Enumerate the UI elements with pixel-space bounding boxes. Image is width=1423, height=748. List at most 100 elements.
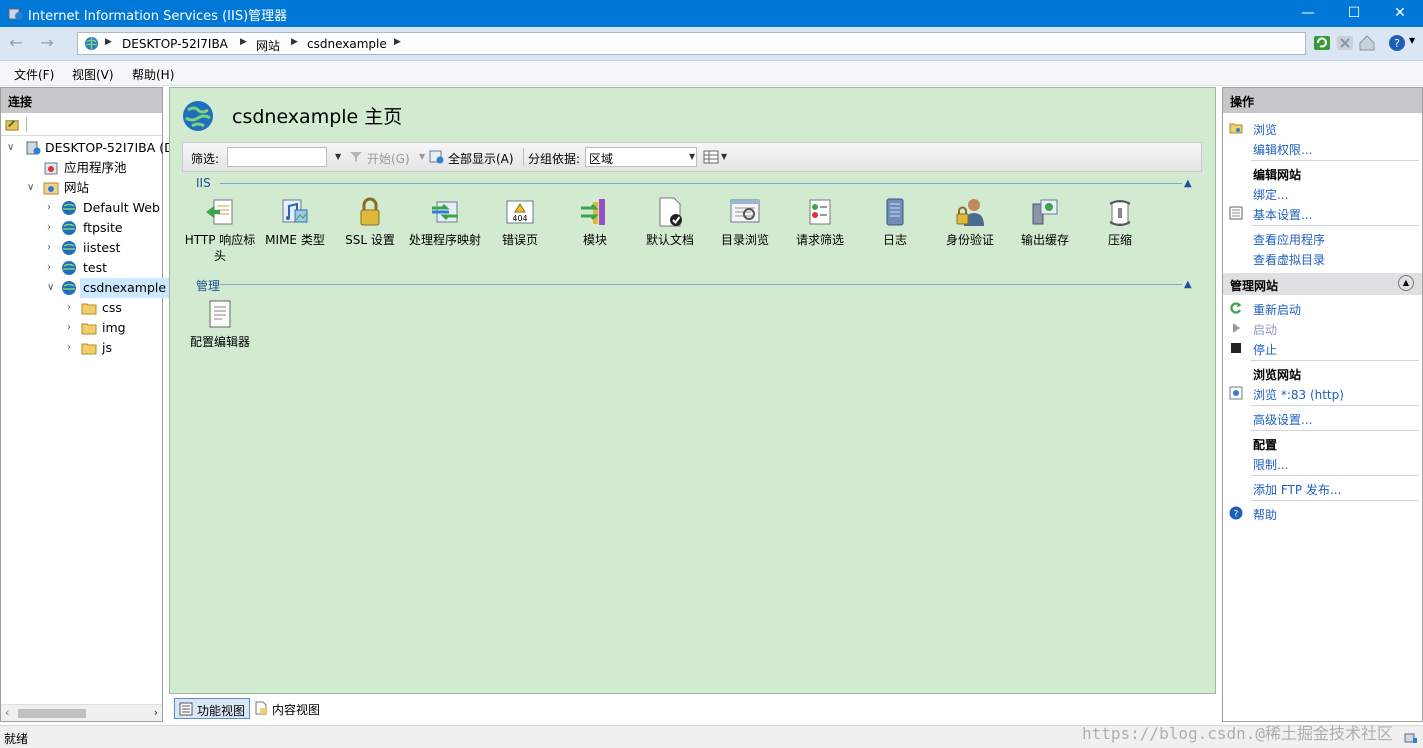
- tree-item-folder-img[interactable]: › img: [1, 318, 162, 338]
- action-stop[interactable]: 停止: [1253, 341, 1277, 358]
- tree-item-folder-js[interactable]: › js: [1, 338, 162, 358]
- feature-handler-mappings[interactable]: 处理程序映射: [407, 196, 483, 248]
- feature-default-document[interactable]: 默认文档: [632, 196, 708, 248]
- home-icon[interactable]: [1358, 34, 1376, 52]
- breadcrumb-site[interactable]: csdnexample: [307, 37, 387, 51]
- group-by-dropdown-icon[interactable]: ▼: [689, 152, 695, 161]
- show-all-icon: [429, 150, 444, 164]
- feature-error-pages[interactable]: 404 错误页: [482, 196, 558, 248]
- expand-chevron-icon[interactable]: ›: [67, 338, 77, 358]
- stop-loading-icon[interactable]: [1336, 34, 1354, 52]
- action-basic-settings[interactable]: 基本设置...: [1253, 206, 1312, 223]
- help-icon: ?: [1229, 506, 1243, 520]
- horizontal-scrollbar[interactable]: ‹ ›: [1, 704, 162, 721]
- action-help[interactable]: 帮助: [1253, 506, 1277, 523]
- handler-mappings-icon: [432, 201, 458, 223]
- actions-divider: [1251, 430, 1419, 431]
- forward-arrow-icon[interactable]: →: [36, 33, 58, 55]
- breadcrumb-chevron-icon[interactable]: ▶: [291, 37, 298, 47]
- collapse-chevron-icon[interactable]: ∨: [47, 278, 57, 298]
- group-by-select[interactable]: 区域: [585, 147, 697, 167]
- menu-help[interactable]: 帮助(H): [132, 66, 174, 83]
- filter-dropdown-icon[interactable]: ▼: [335, 152, 341, 161]
- tree-item-site-iistest[interactable]: › iistest: [1, 238, 162, 258]
- breadcrumb-server[interactable]: DESKTOP-52I7IBA: [122, 37, 228, 51]
- tree-item-app-pools[interactable]: 应用程序池: [1, 158, 162, 178]
- action-restart[interactable]: 重新启动: [1253, 301, 1301, 318]
- group-header-management[interactable]: 管理: [196, 277, 220, 294]
- feature-ssl-settings[interactable]: SSL 设置: [332, 196, 408, 248]
- view-mode-dropdown-icon[interactable]: ▼: [721, 152, 727, 161]
- start-dropdown-icon[interactable]: ▼: [419, 152, 425, 161]
- menu-view[interactable]: 视图(V): [72, 66, 114, 83]
- close-button[interactable]: ✕: [1377, 0, 1423, 27]
- connect-icon[interactable]: [5, 117, 20, 132]
- expand-chevron-icon[interactable]: ›: [67, 318, 77, 338]
- action-add-ftp-publishing[interactable]: 添加 FTP 发布...: [1253, 481, 1341, 498]
- tree-item-server[interactable]: ∨ DESKTOP-52I7IBA (D: [1, 138, 174, 158]
- scroll-left-icon[interactable]: ‹: [5, 706, 9, 719]
- feature-directory-browsing[interactable]: 目录浏览: [707, 196, 783, 248]
- action-start[interactable]: 启动: [1253, 321, 1277, 338]
- show-all-button[interactable]: 全部显示(A): [448, 150, 514, 167]
- action-view-applications[interactable]: 查看应用程序: [1253, 231, 1325, 248]
- minimize-button[interactable]: —: [1285, 0, 1331, 27]
- filter-label: 筛选:: [191, 152, 220, 166]
- action-limits[interactable]: 限制...: [1253, 456, 1288, 473]
- collapse-section-icon[interactable]: ▲: [1398, 275, 1414, 291]
- maximize-button[interactable]: ☐: [1331, 0, 1377, 27]
- feature-authentication[interactable]: 身份验证: [932, 196, 1008, 248]
- address-breadcrumb[interactable]: ▶ DESKTOP-52I7IBA ▶ 网站 ▶ csdnexample ▶: [77, 32, 1306, 55]
- tree-item-site-csdnexample[interactable]: ∨ csdnexample: [1, 278, 170, 298]
- expand-chevron-icon[interactable]: ›: [47, 198, 57, 218]
- help-dropdown-icon[interactable]: ▼: [1409, 36, 1415, 45]
- feature-configuration-editor[interactable]: 配置编辑器: [182, 298, 258, 350]
- action-browse[interactable]: 浏览: [1253, 121, 1277, 138]
- tree-item-sites[interactable]: ∨ 网站: [1, 178, 162, 198]
- tree-item-folder-css[interactable]: › css: [1, 298, 162, 318]
- action-edit-permissions[interactable]: 编辑权限...: [1253, 141, 1312, 158]
- view-mode-icon[interactable]: [703, 150, 719, 164]
- refresh-icon[interactable]: [1313, 34, 1331, 52]
- breadcrumb-sites[interactable]: 网站: [256, 37, 280, 54]
- start-icon: [1233, 323, 1240, 333]
- expand-chevron-icon[interactable]: ›: [47, 258, 57, 278]
- collapse-up-icon[interactable]: ▲: [1184, 279, 1192, 290]
- breadcrumb-chevron-icon[interactable]: ▶: [105, 37, 112, 47]
- expand-chevron-icon[interactable]: ›: [47, 218, 57, 238]
- action-browse-port-83[interactable]: 浏览 *:83 (http): [1253, 386, 1344, 403]
- feature-request-filtering[interactable]: 请求筛选: [782, 196, 858, 248]
- actions-section-manage-site[interactable]: 管理网站 ▲: [1223, 273, 1422, 295]
- scroll-right-icon[interactable]: ›: [154, 706, 158, 719]
- tab-content-view[interactable]: 内容视图: [250, 698, 324, 719]
- expand-chevron-icon[interactable]: ›: [47, 238, 57, 258]
- tree-item-site-default[interactable]: › Default Web S: [1, 198, 162, 218]
- tab-features-view[interactable]: 功能视图: [174, 698, 251, 719]
- action-view-virtual-dirs[interactable]: 查看虚拟目录: [1253, 251, 1325, 268]
- restart-icon: [1230, 302, 1241, 314]
- feature-modules[interactable]: 模块: [557, 196, 633, 248]
- feature-http-headers[interactable]: HTTP 响应标头: [182, 196, 258, 264]
- help-icon[interactable]: ?: [1388, 34, 1406, 52]
- breadcrumb-chevron-icon[interactable]: ▶: [394, 37, 401, 47]
- collapse-up-icon[interactable]: ▲: [1184, 178, 1192, 189]
- filter-input[interactable]: [227, 147, 327, 167]
- feature-logging[interactable]: 日志: [857, 196, 933, 248]
- menu-file[interactable]: 文件(F): [14, 66, 54, 83]
- breadcrumb-chevron-icon[interactable]: ▶: [240, 37, 247, 47]
- feature-mime-types[interactable]: MIME 类型: [257, 196, 333, 248]
- expand-chevron-icon[interactable]: ›: [67, 298, 77, 318]
- collapse-chevron-icon[interactable]: ∨: [27, 178, 37, 198]
- scrollbar-thumb[interactable]: [18, 709, 86, 718]
- action-advanced-settings[interactable]: 高级设置...: [1253, 411, 1312, 428]
- actions-heading-browse-site: 浏览网站: [1253, 368, 1302, 382]
- action-bindings[interactable]: 绑定...: [1253, 186, 1288, 203]
- tree-item-site-test[interactable]: › test: [1, 258, 162, 278]
- back-arrow-icon[interactable]: ←: [5, 33, 27, 55]
- feature-compression[interactable]: 压缩: [1082, 196, 1158, 248]
- collapse-chevron-icon[interactable]: ∨: [7, 138, 17, 158]
- start-filter-button[interactable]: 开始(G): [367, 150, 410, 167]
- group-header-iis[interactable]: IIS: [196, 176, 211, 190]
- tree-item-site-ftpsite[interactable]: › ftpsite: [1, 218, 162, 238]
- feature-output-caching[interactable]: 输出缓存: [1007, 196, 1083, 248]
